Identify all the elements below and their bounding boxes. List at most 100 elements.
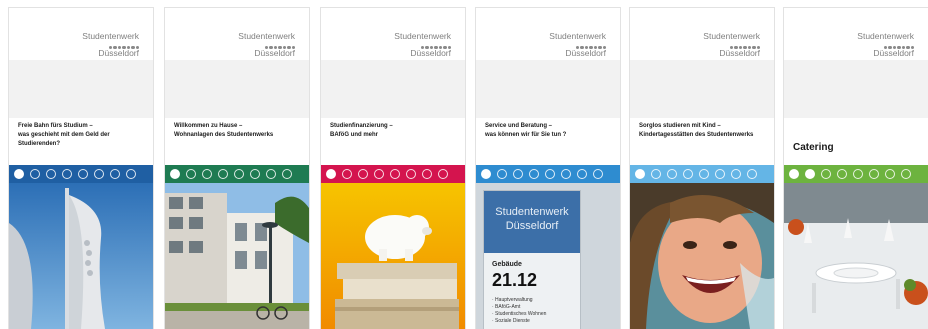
studentenwerk-logo: Studentenwerk Düsseldorf <box>857 31 914 58</box>
studentenwerk-logo: Studentenwerk Düsseldorf <box>82 31 139 58</box>
sign-label: Gebäude <box>492 261 522 268</box>
brochure-header: Studentenwerk Düsseldorf <box>630 8 774 60</box>
globe-icon <box>497 169 507 179</box>
house-icon <box>667 169 677 179</box>
cup-icon <box>885 169 895 179</box>
child-icon <box>94 169 104 179</box>
child-icon <box>406 169 416 179</box>
icon-band <box>630 165 774 183</box>
laughing-child-photo <box>630 183 774 329</box>
brochure-1[interactable]: Studentenwerk Düsseldorf Freie Bahn fürs… <box>9 8 153 329</box>
title-area: Catering <box>784 118 928 165</box>
cup-icon <box>731 169 741 179</box>
globe-icon <box>805 169 815 179</box>
brochure-header: Studentenwerk Düsseldorf <box>321 8 465 60</box>
brochure-title: Willkommen zu Hause – Wohnanlagen des St… <box>174 123 274 138</box>
flags-photo <box>9 183 153 329</box>
info-icon <box>234 169 244 179</box>
brochure-title: Studienfinanzierung – BAföG und mehr <box>330 123 393 138</box>
brochure-5[interactable]: Studentenwerk Düsseldorf Sorglos studier… <box>630 8 774 329</box>
child-icon <box>250 169 260 179</box>
info-icon <box>545 169 555 179</box>
menu-icon <box>14 169 24 179</box>
info-icon <box>699 169 709 179</box>
gray-panel <box>784 60 928 118</box>
building-sign-photo: Studentenwerk Düsseldorf Gebäude 21.12 ·… <box>476 183 620 329</box>
icon-band <box>476 165 620 183</box>
piggy-bank-photo <box>321 183 465 329</box>
brochure-3[interactable]: Studentenwerk Düsseldorf Studienfinanzie… <box>321 8 465 329</box>
house-icon <box>46 169 56 179</box>
brochure-header: Studentenwerk Düsseldorf <box>784 8 928 60</box>
title-area: Willkommen zu Hause – Wohnanlagen des St… <box>165 118 309 165</box>
house-icon <box>513 169 523 179</box>
brochure-header: Studentenwerk Düsseldorf <box>476 8 620 60</box>
gray-panel <box>630 60 774 118</box>
sign-item: · BAföG-Amt <box>492 304 521 310</box>
menu-icon <box>635 169 645 179</box>
menu-icon <box>326 169 336 179</box>
title-area: Service und Beratung – was können wir fü… <box>476 118 620 165</box>
icon-band <box>321 165 465 183</box>
brochure-title: Sorglos studieren mit Kind – Kindertages… <box>639 123 754 138</box>
studentenwerk-logo: Studentenwerk Düsseldorf <box>703 31 760 58</box>
brochure-header: Studentenwerk Düsseldorf <box>9 8 153 60</box>
sign-item: · Studentisches Wohnen <box>492 311 547 317</box>
food-icon <box>593 169 603 179</box>
globe-icon <box>30 169 40 179</box>
cup-icon <box>266 169 276 179</box>
food-icon <box>282 169 292 179</box>
euro-icon <box>218 169 228 179</box>
food-icon <box>438 169 448 179</box>
house-icon <box>202 169 212 179</box>
globe-icon <box>651 169 661 179</box>
title-area: Sorglos studieren mit Kind – Kindertages… <box>630 118 774 165</box>
euro-icon <box>62 169 72 179</box>
icon-band <box>784 165 928 183</box>
icon-band <box>9 165 153 183</box>
food-icon <box>747 169 757 179</box>
menu-icon <box>170 169 180 179</box>
info-icon <box>78 169 88 179</box>
euro-icon <box>683 169 693 179</box>
sign-item: · Soziale Dienste <box>492 318 530 324</box>
house-icon <box>821 169 831 179</box>
catering-photo <box>784 183 928 329</box>
gray-panel <box>165 60 309 118</box>
globe-icon <box>342 169 352 179</box>
euro-icon <box>837 169 847 179</box>
menu-icon <box>481 169 491 179</box>
title-area: Studienfinanzierung – BAföG und mehr <box>321 118 465 165</box>
child-icon <box>869 169 879 179</box>
brochure-4[interactable]: Studentenwerk Düsseldorf Service und Ber… <box>476 8 620 329</box>
brochure-title: Service und Beratung – was können wir fü… <box>485 123 567 138</box>
studentenwerk-logo: Studentenwerk Düsseldorf <box>549 31 606 58</box>
food-icon <box>901 169 911 179</box>
euro-icon <box>374 169 384 179</box>
studentenwerk-logo: Studentenwerk Düsseldorf <box>394 31 451 58</box>
title-area: Freie Bahn fürs Studium – was geschieht … <box>9 118 153 165</box>
brochure-2[interactable]: Studentenwerk Düsseldorf Willkommen zu H… <box>165 8 309 329</box>
house-icon <box>358 169 368 179</box>
brochure-title: Catering <box>793 142 834 153</box>
gray-panel <box>9 60 153 118</box>
studentenwerk-logo: Studentenwerk Düsseldorf <box>238 31 295 58</box>
residence-photo <box>165 183 309 329</box>
sign-number: 21.12 <box>492 270 538 290</box>
brochure-header: Studentenwerk Düsseldorf <box>165 8 309 60</box>
brochure-title: Freie Bahn fürs Studium – was geschieht … <box>18 123 110 147</box>
euro-icon <box>529 169 539 179</box>
cup-icon <box>577 169 587 179</box>
brochure-6[interactable]: Studentenwerk Düsseldorf Catering <box>784 8 928 329</box>
info-icon <box>390 169 400 179</box>
globe-icon <box>186 169 196 179</box>
gray-panel <box>321 60 465 118</box>
sign-item: · Hauptverwaltung <box>492 297 533 303</box>
child-icon <box>715 169 725 179</box>
child-icon <box>561 169 571 179</box>
info-icon <box>853 169 863 179</box>
gray-panel <box>476 60 620 118</box>
cup-icon <box>422 169 432 179</box>
sign-header: Studentenwerk Düsseldorf <box>484 191 580 253</box>
menu-icon <box>789 169 799 179</box>
